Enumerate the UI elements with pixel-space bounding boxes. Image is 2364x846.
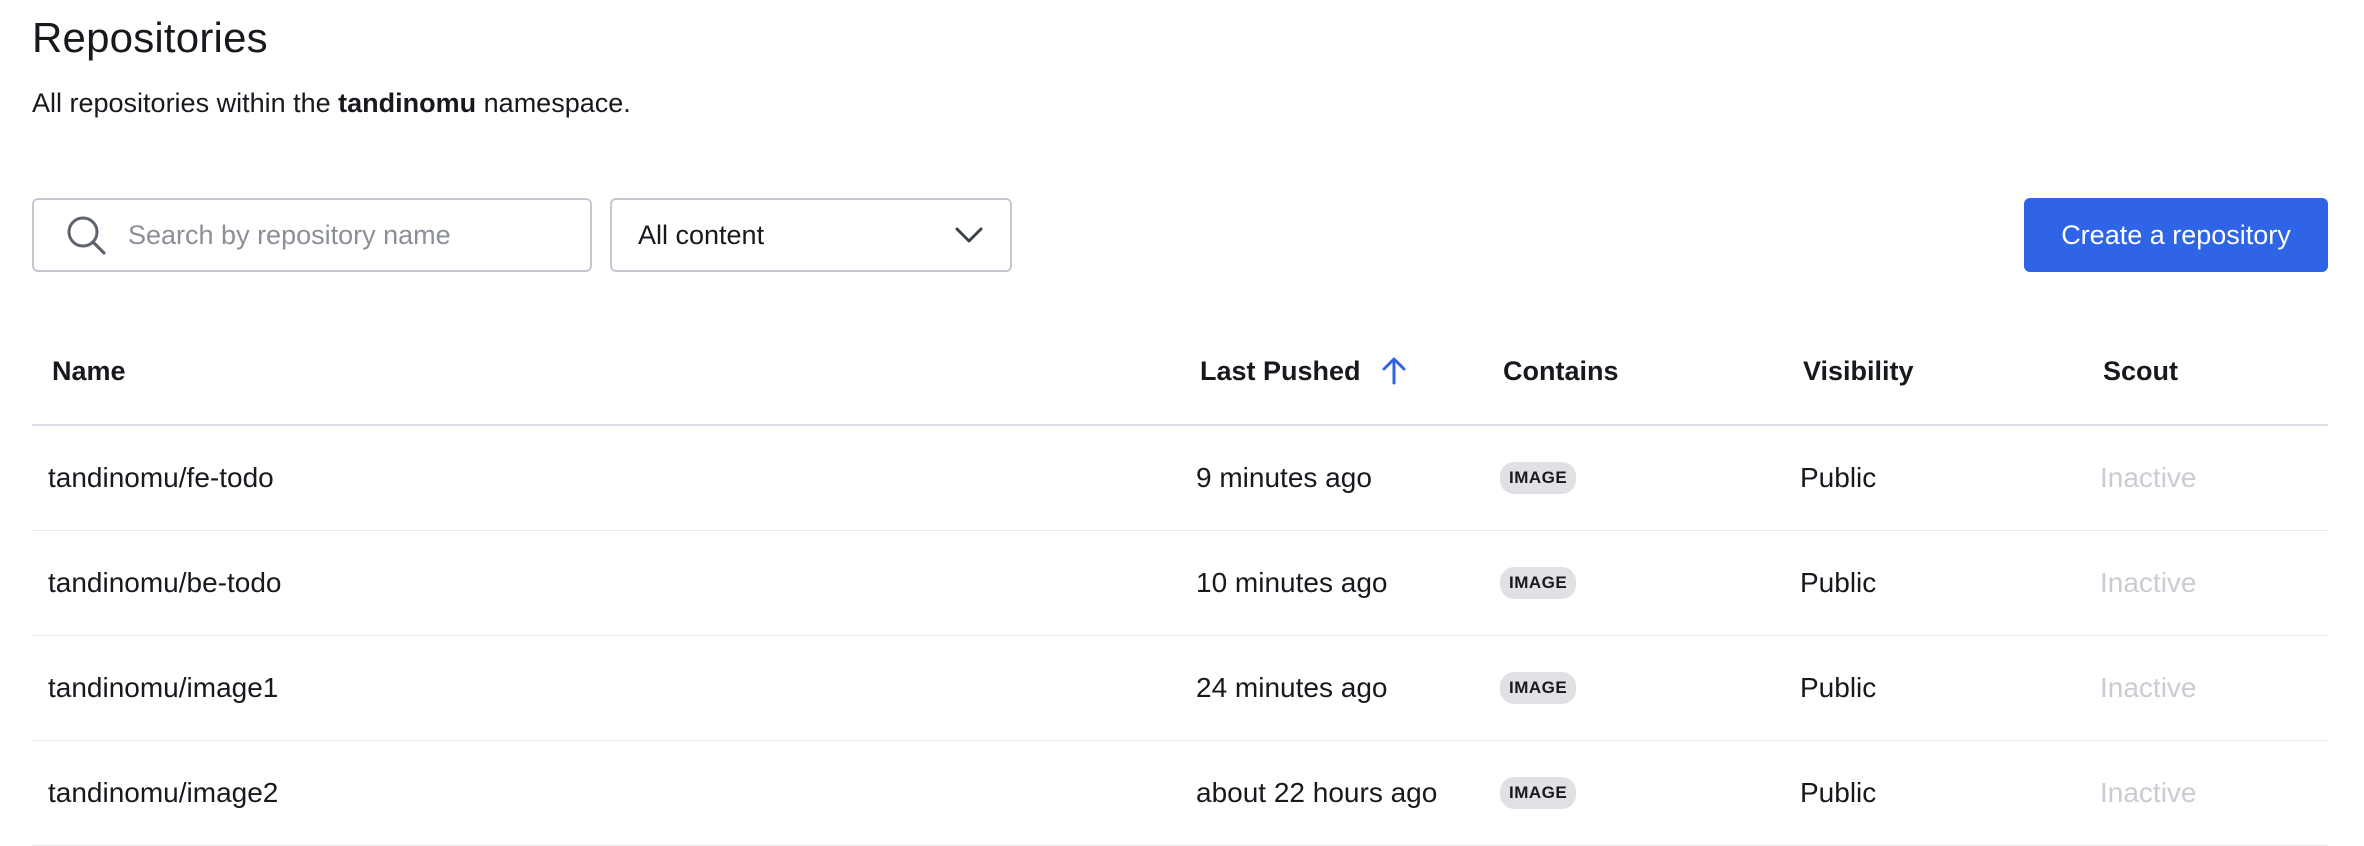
content-type-badge: IMAGE xyxy=(1500,777,1577,809)
column-header-scout: Scout xyxy=(2103,318,2178,424)
repository-name[interactable]: tandinomu/be-todo xyxy=(48,531,282,635)
repository-name[interactable]: tandinomu/fe-todo xyxy=(48,426,274,530)
visibility-value: Public xyxy=(1800,777,1877,808)
table-row[interactable]: tandinomu/fe-todo 9 minutes ago IMAGE Pu… xyxy=(32,426,2328,531)
search-box[interactable] xyxy=(32,198,592,272)
last-pushed-time: about 22 hours ago xyxy=(1196,777,1438,808)
arrow-up-icon[interactable] xyxy=(1379,356,1409,386)
content-type-badge: IMAGE xyxy=(1500,567,1577,599)
column-header-scout-label: Scout xyxy=(2103,355,2179,386)
content-type-badge: IMAGE xyxy=(1500,672,1577,704)
content-type-badge: IMAGE xyxy=(1500,462,1577,494)
content-filter-value: All content xyxy=(638,219,765,250)
visibility-value: Public xyxy=(1800,672,1877,703)
table-row[interactable]: tandinomu/image1 24 minutes ago IMAGE Pu… xyxy=(32,636,2328,741)
content-filter-select[interactable]: All content xyxy=(610,198,1012,272)
search-input[interactable] xyxy=(126,218,570,252)
create-repository-button[interactable]: Create a repository xyxy=(2024,198,2328,272)
column-header-visibility-label: Visibility xyxy=(1803,355,1914,386)
column-header-contains-label: Contains xyxy=(1503,355,1619,386)
column-header-last-pushed-label: Last Pushed xyxy=(1200,355,1361,386)
repositories-table: Name Last Pushed Contains Visibility Sco… xyxy=(32,318,2328,846)
contains-cell: IMAGE xyxy=(1500,426,1577,530)
contains-cell: IMAGE xyxy=(1500,741,1577,845)
column-header-contains: Contains xyxy=(1503,318,1619,424)
last-pushed-time: 10 minutes ago xyxy=(1196,567,1388,598)
column-header-visibility: Visibility xyxy=(1803,318,1914,424)
table-header: Name Last Pushed Contains Visibility Sco… xyxy=(32,318,2328,426)
table-row[interactable]: tandinomu/be-todo 10 minutes ago IMAGE P… xyxy=(32,531,2328,636)
scout-status: Inactive xyxy=(2100,777,2197,808)
page-subtitle: All repositories within the tandinomu na… xyxy=(32,88,631,119)
subtitle-prefix: All repositories within the xyxy=(32,88,331,118)
scout-status: Inactive xyxy=(2100,462,2197,493)
last-pushed-time: 24 minutes ago xyxy=(1196,672,1388,703)
contains-cell: IMAGE xyxy=(1500,531,1577,635)
chevron-down-icon xyxy=(952,218,986,252)
repository-name[interactable]: tandinomu/image1 xyxy=(48,636,278,740)
column-header-last-pushed[interactable]: Last Pushed xyxy=(1200,318,1409,424)
repository-name[interactable]: tandinomu/image2 xyxy=(48,741,278,845)
visibility-value: Public xyxy=(1800,462,1877,493)
page-title: Repositories xyxy=(32,14,268,61)
table-row[interactable]: tandinomu/image2 about 22 hours ago IMAG… xyxy=(32,741,2328,846)
scout-status: Inactive xyxy=(2100,672,2197,703)
column-header-name-label: Name xyxy=(52,355,126,386)
column-header-name[interactable]: Name xyxy=(52,318,126,424)
visibility-value: Public xyxy=(1800,567,1877,598)
last-pushed-time: 9 minutes ago xyxy=(1196,462,1372,493)
search-icon xyxy=(64,213,108,257)
subtitle-suffix: namespace. xyxy=(483,88,631,118)
scout-status: Inactive xyxy=(2100,567,2197,598)
namespace-name: tandinomu xyxy=(338,88,477,118)
contains-cell: IMAGE xyxy=(1500,636,1577,740)
